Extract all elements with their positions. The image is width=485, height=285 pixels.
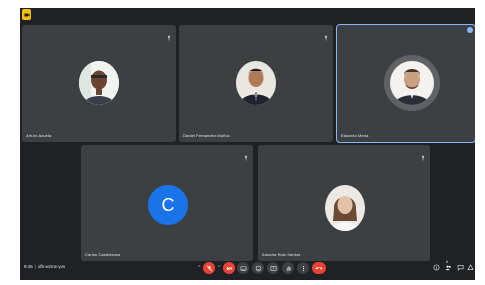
info-icon	[433, 264, 440, 271]
people-icon	[445, 265, 451, 271]
more-options-button[interactable]	[297, 262, 309, 274]
participant-name: Eduardo Mena	[341, 133, 369, 138]
participant-tile-daniel[interactable]: Daniel Fernandez Muñoz	[179, 25, 333, 142]
present-button[interactable]	[267, 262, 279, 274]
avatar	[236, 61, 276, 105]
participant-name: Alondra Ruiz Santos	[262, 252, 301, 257]
camera-toggle-button[interactable]	[223, 262, 235, 274]
hand-icon	[286, 265, 291, 271]
emoji-icon	[255, 265, 261, 271]
mic-indicator-icon	[166, 28, 172, 41]
meeting-code: xfb-wzmx-yvs	[37, 264, 66, 269]
camera-off-icon	[226, 265, 232, 271]
mic-toggle-button[interactable]	[203, 262, 215, 274]
activities-icon	[467, 264, 474, 270]
mic-indicator-icon	[323, 28, 329, 41]
participant-tile-alondra[interactable]: Alondra Ruiz Santos	[258, 145, 430, 261]
avatar-initial: C	[148, 185, 188, 225]
meeting-info: 9:45 | xfb-wzmx-yvs	[24, 264, 66, 269]
participant-tile-arturo[interactable]: Arturo Azuela	[22, 25, 176, 142]
activities-button[interactable]	[466, 263, 475, 272]
meet-logo-icon	[22, 9, 31, 20]
participant-tile-carlos[interactable]: C Carlos Castellanos	[81, 145, 253, 261]
chat-icon	[457, 265, 464, 271]
control-bar: 9:45 | xfb-wzmx-yvs ^ ^ 6	[20, 258, 475, 280]
people-count: 6	[446, 260, 448, 264]
captions-button[interactable]	[237, 262, 249, 274]
mic-indicator-icon	[243, 148, 249, 161]
chat-button[interactable]	[456, 263, 465, 272]
participant-tile-eduardo[interactable]: Eduardo Mena	[336, 24, 475, 143]
emoji-button[interactable]	[252, 262, 264, 274]
mic-indicator-icon	[420, 148, 426, 161]
captions-icon	[240, 265, 246, 271]
avatar	[390, 61, 434, 105]
mic-options-caret[interactable]: ^	[198, 265, 200, 271]
meeting-details-button[interactable]	[432, 263, 441, 272]
people-button[interactable]: 6	[444, 260, 453, 272]
meet-window: Arturo Azuela Daniel Fernandez Muñoz Edu…	[20, 8, 475, 280]
speaking-indicator-icon	[467, 27, 473, 33]
mic-off-icon	[206, 265, 212, 271]
more-icon	[302, 265, 304, 271]
leave-call-button[interactable]	[312, 262, 326, 274]
avatar	[79, 61, 119, 105]
raise-hand-button[interactable]	[282, 262, 294, 274]
participant-name: Carlos Castellanos	[85, 252, 121, 257]
participant-name: Arturo Azuela	[26, 133, 52, 138]
participant-name: Daniel Fernandez Muñoz	[183, 133, 230, 138]
clock-time: 9:45	[24, 264, 33, 269]
camera-options-caret[interactable]: ^	[218, 265, 220, 271]
present-icon	[270, 265, 276, 271]
end-call-icon	[315, 267, 323, 270]
avatar	[325, 185, 365, 231]
